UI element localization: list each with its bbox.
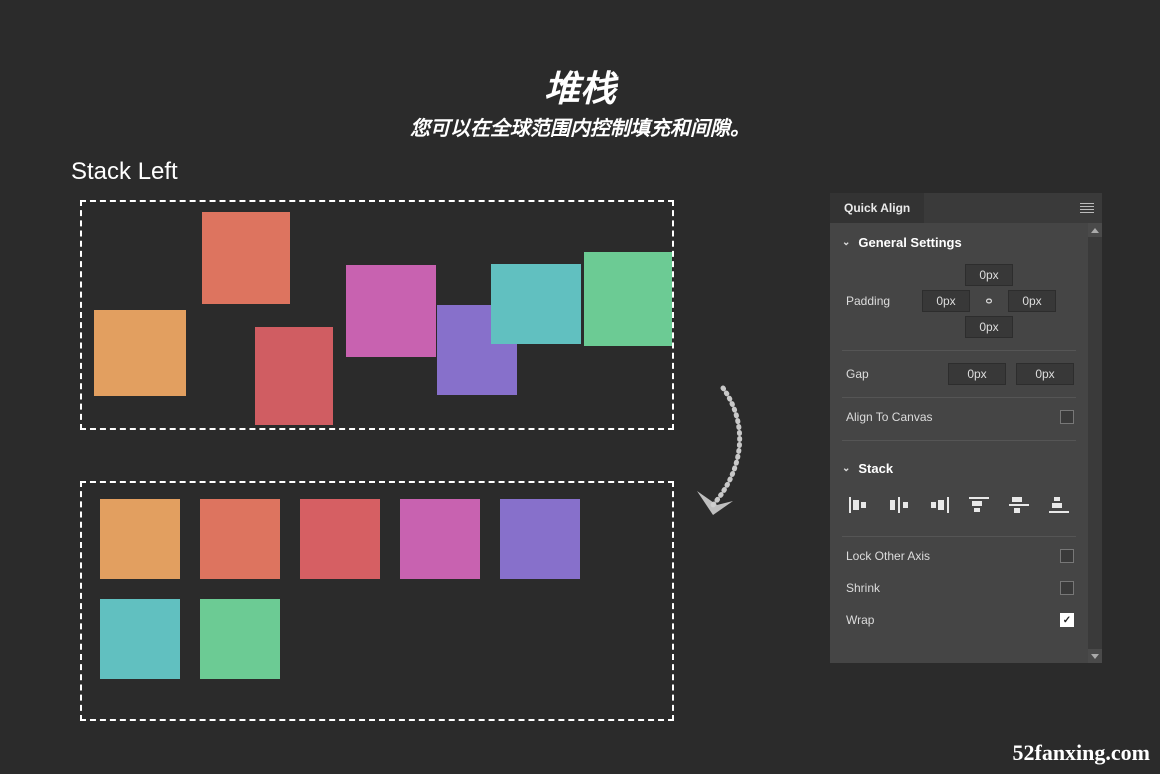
padding-label: Padding	[846, 294, 904, 308]
shape-layer[interactable]	[500, 499, 580, 579]
shape-layer[interactable]	[584, 252, 672, 346]
shape-layer[interactable]	[346, 265, 436, 357]
shape-layer[interactable]	[200, 499, 280, 579]
gap-v-input[interactable]: 0px	[1016, 363, 1074, 385]
chevron-down-icon: ⌄	[842, 237, 850, 248]
shape-layer[interactable]	[100, 599, 180, 679]
wrap-row: Wrap ✓	[830, 609, 1088, 631]
wrap-label: Wrap	[846, 613, 874, 627]
gap-row: Gap 0px 0px	[830, 359, 1088, 389]
panel-header: Quick Align	[830, 193, 1102, 223]
scroll-down-icon[interactable]	[1088, 649, 1102, 663]
pad-left-input[interactable]: 0px	[922, 290, 970, 312]
align-to-canvas-label: Align To Canvas	[846, 410, 933, 424]
shape-layer[interactable]	[202, 212, 290, 304]
divider	[842, 397, 1076, 398]
page-title: 堆栈	[0, 60, 1160, 112]
arrow-icon	[683, 383, 753, 533]
stack-bottom-icon[interactable]	[1048, 496, 1070, 514]
padding-row: Padding 0px 0px 0px 0px	[830, 260, 1088, 342]
padding-control: 0px 0px 0px 0px	[904, 264, 1074, 338]
stack-icons-row	[830, 486, 1088, 528]
section-title-general: General Settings	[858, 235, 961, 250]
stack-top-icon[interactable]	[968, 496, 990, 514]
align-to-canvas-row: Align To Canvas	[830, 406, 1088, 428]
page-subtitle: 您可以在全球范围内控制填充和间隙。	[0, 112, 1160, 141]
shape-layer[interactable]	[94, 310, 186, 396]
section-title-stack: Stack	[858, 461, 893, 476]
divider	[842, 350, 1076, 351]
watermark: 52fanxing.com	[1013, 740, 1151, 766]
shape-layer[interactable]	[100, 499, 180, 579]
shrink-label: Shrink	[846, 581, 880, 595]
panel-body: ⌄ General Settings Padding 0px 0px 0px 0…	[830, 223, 1102, 663]
divider	[842, 536, 1076, 537]
gap-h-input[interactable]: 0px	[948, 363, 1006, 385]
shrink-row: Shrink	[830, 577, 1088, 599]
stack-hcenter-icon[interactable]	[888, 496, 910, 514]
lock-axis-row: Lock Other Axis	[830, 545, 1088, 567]
panel-menu-icon[interactable]	[1080, 203, 1094, 213]
shape-layer[interactable]	[200, 599, 280, 679]
pad-bottom-input[interactable]: 0px	[965, 316, 1013, 338]
shape-layer[interactable]	[400, 499, 480, 579]
scroll-up-icon[interactable]	[1088, 223, 1102, 237]
link-icon[interactable]	[976, 296, 1002, 306]
shape-layer[interactable]	[255, 327, 333, 425]
lock-axis-checkbox[interactable]	[1060, 549, 1074, 563]
chevron-down-icon: ⌄	[842, 463, 850, 474]
shape-layer[interactable]	[491, 264, 581, 344]
quick-align-panel: Quick Align ⌄ General Settings Padding 0…	[830, 193, 1102, 663]
stack-right-icon[interactable]	[928, 496, 950, 514]
lock-axis-label: Lock Other Axis	[846, 549, 930, 563]
divider	[842, 440, 1076, 441]
gap-label: Gap	[846, 367, 904, 381]
stack-vcenter-icon[interactable]	[1008, 496, 1030, 514]
align-to-canvas-checkbox[interactable]	[1060, 410, 1074, 424]
panel-scrollbar[interactable]	[1088, 223, 1102, 663]
panel-tab[interactable]: Quick Align	[830, 193, 924, 223]
pad-right-input[interactable]: 0px	[1008, 290, 1056, 312]
shape-layer[interactable]	[300, 499, 380, 579]
section-header-general[interactable]: ⌄ General Settings	[830, 223, 1088, 260]
pad-top-input[interactable]: 0px	[965, 264, 1013, 286]
section-title: Stack Left	[71, 158, 178, 186]
stack-left-icon[interactable]	[848, 496, 870, 514]
wrap-checkbox[interactable]: ✓	[1060, 613, 1074, 627]
shrink-checkbox[interactable]	[1060, 581, 1074, 595]
section-header-stack[interactable]: ⌄ Stack	[830, 449, 1088, 486]
